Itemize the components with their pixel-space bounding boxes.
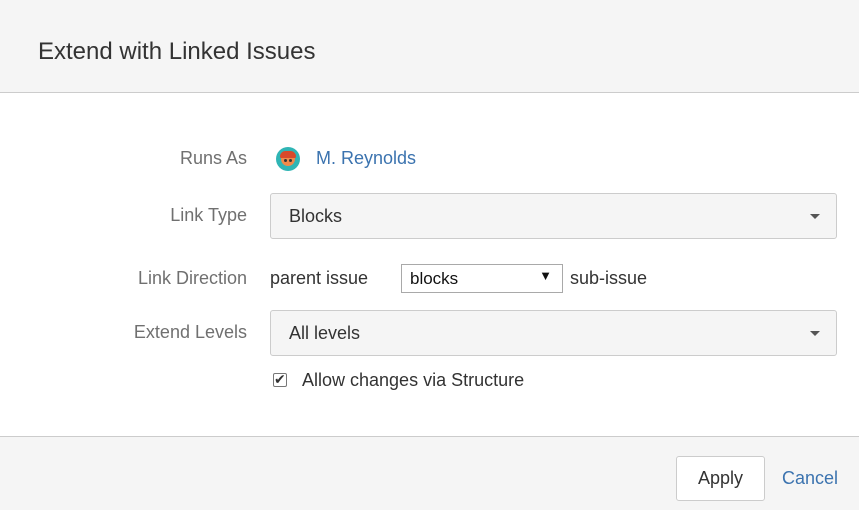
- link-direction-label: Link Direction: [137, 268, 247, 288]
- allow-changes-label[interactable]: Allow changes via Structure: [302, 370, 524, 391]
- link-type-select[interactable]: Blocks: [270, 193, 837, 239]
- apply-button[interactable]: Apply: [676, 456, 765, 501]
- dropdown-arrow-icon: ▼: [539, 268, 552, 283]
- chevron-down-icon: [810, 214, 820, 219]
- dialog-title: Extend with Linked Issues: [38, 38, 316, 65]
- extend-levels-value: All levels: [289, 323, 361, 343]
- extend-levels-select[interactable]: All levels: [270, 310, 837, 356]
- cancel-link[interactable]: Cancel: [782, 468, 838, 489]
- link-type-label: Link Type: [170, 205, 247, 225]
- link-direction-prefix: parent issue: [270, 268, 369, 288]
- runs-as-label: Runs As: [179, 148, 247, 168]
- chevron-down-icon: [810, 331, 820, 336]
- dialog-header: Extend with Linked Issues: [0, 0, 859, 93]
- user-avatar-icon: [276, 147, 300, 171]
- link-direction-value: blocks: [410, 269, 459, 288]
- allow-changes-checkbox[interactable]: ✔: [273, 371, 287, 387]
- link-direction-select[interactable]: blocks ▼: [401, 264, 563, 293]
- checkmark-icon: ✔: [274, 371, 286, 387]
- extend-levels-label: Extend Levels: [133, 322, 247, 342]
- link-direction-suffix: sub-issue: [570, 268, 648, 288]
- runs-as-user-link[interactable]: M. Reynolds: [316, 148, 416, 169]
- link-type-value: Blocks: [289, 206, 343, 226]
